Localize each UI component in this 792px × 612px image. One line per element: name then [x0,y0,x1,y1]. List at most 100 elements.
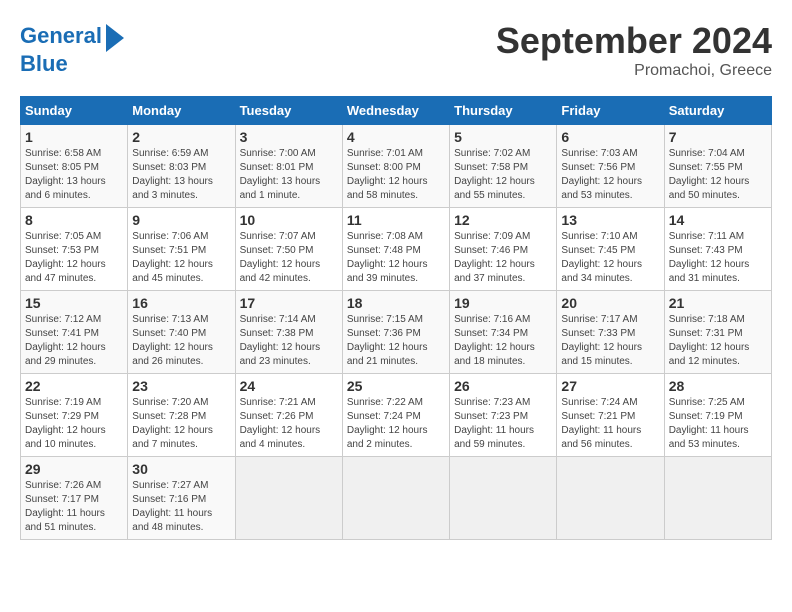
day-info: Sunrise: 7:12 AM Sunset: 7:41 PM Dayligh… [25,313,123,369]
calendar-cell: 17 Sunrise: 7:14 AM Sunset: 7:38 PM Dayl… [235,291,342,374]
calendar-week-row: 29 Sunrise: 7:26 AM Sunset: 7:17 PM Dayl… [21,457,772,540]
col-friday: Friday [557,97,664,125]
calendar-cell [450,457,557,540]
day-info: Sunrise: 7:00 AM Sunset: 8:01 PM Dayligh… [240,147,338,203]
day-info: Sunrise: 7:24 AM Sunset: 7:21 PM Dayligh… [561,396,659,452]
day-info: Sunrise: 7:10 AM Sunset: 7:45 PM Dayligh… [561,230,659,286]
day-number: 21 [669,295,767,311]
day-info: Sunrise: 7:22 AM Sunset: 7:24 PM Dayligh… [347,396,445,452]
day-number: 26 [454,378,552,394]
logo: General Blue [20,20,124,76]
calendar-cell [557,457,664,540]
day-info: Sunrise: 7:07 AM Sunset: 7:50 PM Dayligh… [240,230,338,286]
calendar-cell: 4 Sunrise: 7:01 AM Sunset: 8:00 PM Dayli… [342,125,449,208]
calendar-cell: 20 Sunrise: 7:17 AM Sunset: 7:33 PM Dayl… [557,291,664,374]
col-monday: Monday [128,97,235,125]
day-info: Sunrise: 7:18 AM Sunset: 7:31 PM Dayligh… [669,313,767,369]
calendar-cell: 8 Sunrise: 7:05 AM Sunset: 7:53 PM Dayli… [21,208,128,291]
day-info: Sunrise: 7:25 AM Sunset: 7:19 PM Dayligh… [669,396,767,452]
day-number: 2 [132,129,230,145]
day-number: 11 [347,212,445,228]
day-info: Sunrise: 7:23 AM Sunset: 7:23 PM Dayligh… [454,396,552,452]
day-number: 12 [454,212,552,228]
day-info: Sunrise: 7:04 AM Sunset: 7:55 PM Dayligh… [669,147,767,203]
calendar-cell: 3 Sunrise: 7:00 AM Sunset: 8:01 PM Dayli… [235,125,342,208]
calendar-cell: 14 Sunrise: 7:11 AM Sunset: 7:43 PM Dayl… [664,208,771,291]
col-sunday: Sunday [21,97,128,125]
logo-text: General [20,24,102,48]
day-info: Sunrise: 7:14 AM Sunset: 7:38 PM Dayligh… [240,313,338,369]
day-number: 17 [240,295,338,311]
day-info: Sunrise: 6:59 AM Sunset: 8:03 PM Dayligh… [132,147,230,203]
calendar-cell: 9 Sunrise: 7:06 AM Sunset: 7:51 PM Dayli… [128,208,235,291]
page-header: General Blue September 2024 Promachoi, G… [20,20,772,80]
day-info: Sunrise: 7:21 AM Sunset: 7:26 PM Dayligh… [240,396,338,452]
day-number: 23 [132,378,230,394]
day-number: 5 [454,129,552,145]
calendar-week-row: 8 Sunrise: 7:05 AM Sunset: 7:53 PM Dayli… [21,208,772,291]
day-number: 8 [25,212,123,228]
day-number: 10 [240,212,338,228]
calendar-cell: 5 Sunrise: 7:02 AM Sunset: 7:58 PM Dayli… [450,125,557,208]
day-number: 15 [25,295,123,311]
calendar-cell: 26 Sunrise: 7:23 AM Sunset: 7:23 PM Dayl… [450,374,557,457]
day-number: 13 [561,212,659,228]
day-number: 24 [240,378,338,394]
day-number: 25 [347,378,445,394]
day-number: 30 [132,461,230,477]
day-info: Sunrise: 7:17 AM Sunset: 7:33 PM Dayligh… [561,313,659,369]
calendar-cell: 1 Sunrise: 6:58 AM Sunset: 8:05 PM Dayli… [21,125,128,208]
calendar-cell: 6 Sunrise: 7:03 AM Sunset: 7:56 PM Dayli… [557,125,664,208]
calendar-week-row: 22 Sunrise: 7:19 AM Sunset: 7:29 PM Dayl… [21,374,772,457]
calendar-table: Sunday Monday Tuesday Wednesday Thursday… [20,96,772,540]
calendar-week-row: 15 Sunrise: 7:12 AM Sunset: 7:41 PM Dayl… [21,291,772,374]
calendar-cell: 15 Sunrise: 7:12 AM Sunset: 7:41 PM Dayl… [21,291,128,374]
calendar-cell: 10 Sunrise: 7:07 AM Sunset: 7:50 PM Dayl… [235,208,342,291]
calendar-cell: 13 Sunrise: 7:10 AM Sunset: 7:45 PM Dayl… [557,208,664,291]
day-info: Sunrise: 7:15 AM Sunset: 7:36 PM Dayligh… [347,313,445,369]
calendar-cell: 27 Sunrise: 7:24 AM Sunset: 7:21 PM Dayl… [557,374,664,457]
calendar-cell [235,457,342,540]
day-info: Sunrise: 7:13 AM Sunset: 7:40 PM Dayligh… [132,313,230,369]
day-number: 19 [454,295,552,311]
calendar-cell: 28 Sunrise: 7:25 AM Sunset: 7:19 PM Dayl… [664,374,771,457]
day-info: Sunrise: 7:02 AM Sunset: 7:58 PM Dayligh… [454,147,552,203]
calendar-cell: 30 Sunrise: 7:27 AM Sunset: 7:16 PM Dayl… [128,457,235,540]
day-number: 14 [669,212,767,228]
day-info: Sunrise: 7:16 AM Sunset: 7:34 PM Dayligh… [454,313,552,369]
calendar-cell [342,457,449,540]
day-info: Sunrise: 7:09 AM Sunset: 7:46 PM Dayligh… [454,230,552,286]
day-number: 4 [347,129,445,145]
day-number: 7 [669,129,767,145]
calendar-cell: 12 Sunrise: 7:09 AM Sunset: 7:46 PM Dayl… [450,208,557,291]
day-info: Sunrise: 7:01 AM Sunset: 8:00 PM Dayligh… [347,147,445,203]
col-saturday: Saturday [664,97,771,125]
day-number: 6 [561,129,659,145]
calendar-cell: 22 Sunrise: 7:19 AM Sunset: 7:29 PM Dayl… [21,374,128,457]
col-tuesday: Tuesday [235,97,342,125]
day-number: 29 [25,461,123,477]
day-number: 20 [561,295,659,311]
day-number: 1 [25,129,123,145]
day-info: Sunrise: 7:27 AM Sunset: 7:16 PM Dayligh… [132,479,230,535]
calendar-cell: 23 Sunrise: 7:20 AM Sunset: 7:28 PM Dayl… [128,374,235,457]
month-title: September 2024 [496,20,772,62]
calendar-cell: 18 Sunrise: 7:15 AM Sunset: 7:36 PM Dayl… [342,291,449,374]
logo-text2: Blue [20,52,68,76]
calendar-week-row: 1 Sunrise: 6:58 AM Sunset: 8:05 PM Dayli… [21,125,772,208]
day-number: 3 [240,129,338,145]
day-info: Sunrise: 7:11 AM Sunset: 7:43 PM Dayligh… [669,230,767,286]
calendar-cell: 11 Sunrise: 7:08 AM Sunset: 7:48 PM Dayl… [342,208,449,291]
day-number: 27 [561,378,659,394]
calendar-cell: 24 Sunrise: 7:21 AM Sunset: 7:26 PM Dayl… [235,374,342,457]
logo-arrow-icon [106,24,124,52]
day-number: 16 [132,295,230,311]
col-wednesday: Wednesday [342,97,449,125]
day-number: 22 [25,378,123,394]
day-info: Sunrise: 7:19 AM Sunset: 7:29 PM Dayligh… [25,396,123,452]
day-info: Sunrise: 6:58 AM Sunset: 8:05 PM Dayligh… [25,147,123,203]
header-row: Sunday Monday Tuesday Wednesday Thursday… [21,97,772,125]
day-info: Sunrise: 7:06 AM Sunset: 7:51 PM Dayligh… [132,230,230,286]
calendar-cell: 25 Sunrise: 7:22 AM Sunset: 7:24 PM Dayl… [342,374,449,457]
day-info: Sunrise: 7:03 AM Sunset: 7:56 PM Dayligh… [561,147,659,203]
